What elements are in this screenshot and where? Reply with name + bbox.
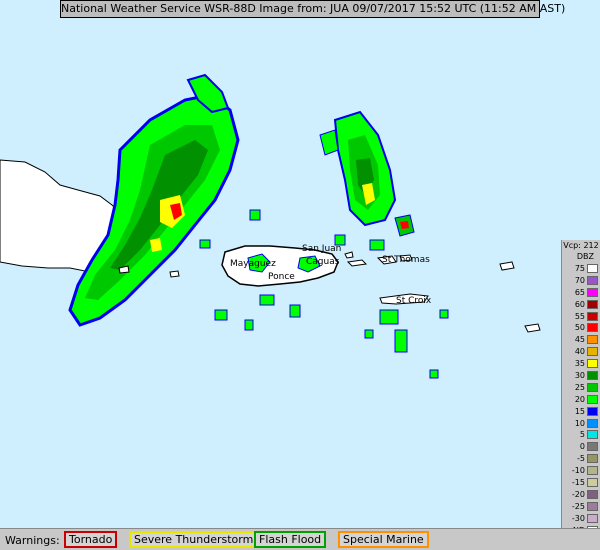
legend-swatch [587, 442, 598, 452]
legend-value: 25 [574, 382, 585, 392]
legend-swatch [587, 264, 598, 273]
legend-row: 10 [562, 418, 600, 430]
label-caguas: Caguas [306, 257, 340, 267]
legend-value: 15 [574, 406, 585, 416]
anguilla-island [499, 261, 515, 271]
legend-value: -10 [571, 466, 585, 476]
legend-swatch [587, 430, 598, 440]
legend-value: -5 [577, 454, 585, 464]
legend-row: -15 [562, 477, 600, 489]
label-st-thomas: St Thomas [382, 255, 430, 265]
legend-value: -20 [571, 489, 585, 499]
legend-row: 70 [562, 275, 600, 287]
legend-swatch [587, 275, 598, 285]
severe-thunderstorm-warning-button[interactable]: Severe Thunderstorm [129, 531, 259, 548]
legend-row: 15 [562, 406, 600, 418]
legend-swatch [587, 382, 598, 392]
legend-row: 25 [562, 382, 600, 394]
dbz-unit-label: DBZ [576, 252, 594, 261]
legend-swatch [587, 371, 598, 381]
tornado-warning-button[interactable]: Tornado [64, 531, 118, 548]
warnings-label: Warnings: [5, 534, 60, 547]
legend-swatch [587, 466, 598, 476]
legend-value: -15 [571, 478, 585, 488]
legend-swatch [587, 359, 598, 369]
dbz-legend: Vcp: 212 DBZ 75 70 65 60 55 50 45 40 35 30 25 20 15 1… [561, 240, 600, 542]
legend-swatch [587, 335, 598, 345]
label-san-juan: San Juan [302, 244, 341, 254]
radar-viewer: San Juan Caguas Mayaguez Ponce St Thomas… [0, 0, 600, 550]
image-title: National Weather Service WSR-88D Image f… [60, 0, 565, 18]
legend-swatch [587, 418, 598, 428]
legend-value: -30 [571, 513, 585, 523]
legend-value: -25 [571, 501, 585, 511]
legend-value: 30 [574, 371, 585, 381]
legend-swatch [587, 394, 598, 404]
legend-value: 65 [574, 287, 585, 297]
warnings-bar: Warnings: Tornado Severe Thunderstorm Fl… [0, 528, 600, 550]
legend-value: 55 [574, 311, 585, 321]
label-ponce: Ponce [268, 272, 295, 282]
legend-swatch [587, 406, 598, 416]
legend-row: -20 [562, 489, 600, 501]
mona-island [169, 270, 180, 278]
legend-row: 45 [562, 334, 600, 346]
legend-swatch [587, 478, 598, 488]
legend-swatch [587, 513, 598, 523]
legend-row: 60 [562, 299, 600, 311]
legend-value: 50 [574, 323, 585, 333]
legend-value: 45 [574, 335, 585, 345]
legend-swatch [587, 287, 598, 297]
legend-rows: 75 70 65 60 55 50 45 40 35 30 25 20 15 10 5 0 -5 -10 -15 -2… [562, 263, 600, 536]
legend-value: 40 [574, 347, 585, 357]
st-martin-island [524, 323, 541, 333]
legend-swatch [587, 311, 598, 321]
legend-swatch [587, 489, 598, 499]
label-mayaguez: Mayaguez [230, 259, 276, 269]
legend-swatch [587, 501, 598, 511]
legend-swatch [587, 323, 598, 333]
legend-value: 75 [574, 264, 585, 273]
legend-row: 5 [562, 429, 600, 441]
legend-swatch [587, 454, 598, 464]
legend-swatch [587, 347, 598, 357]
special-marine-warning-button[interactable]: Special Marine [338, 531, 429, 548]
legend-row: -25 [562, 501, 600, 513]
legend-value: 5 [579, 430, 585, 440]
legend-swatch [587, 299, 598, 309]
legend-row: 20 [562, 394, 600, 406]
legend-value: 35 [574, 359, 585, 369]
legend-row: 55 [562, 311, 600, 323]
legend-value: 20 [574, 394, 585, 404]
legend-row: 75 [562, 263, 600, 275]
legend-value: 10 [574, 418, 585, 428]
legend-row: 50 [562, 322, 600, 334]
legend-row: 35 [562, 358, 600, 370]
vcp-label: Vcp: 212 [563, 241, 599, 250]
legend-row: -30 [562, 513, 600, 525]
legend-row: -5 [562, 453, 600, 465]
legend-value: 0 [579, 442, 585, 452]
flash-flood-warning-button[interactable]: Flash Flood [254, 531, 327, 548]
legend-row: 0 [562, 441, 600, 453]
radar-map[interactable]: San Juan Caguas Mayaguez Ponce St Thomas… [0, 0, 600, 550]
label-st-croix: St Croix [396, 296, 432, 306]
legend-row: 65 [562, 287, 600, 299]
legend-value: 70 [574, 275, 585, 285]
legend-row: 30 [562, 370, 600, 382]
legend-value: 60 [574, 299, 585, 309]
legend-row: 40 [562, 346, 600, 358]
legend-row: -10 [562, 465, 600, 477]
